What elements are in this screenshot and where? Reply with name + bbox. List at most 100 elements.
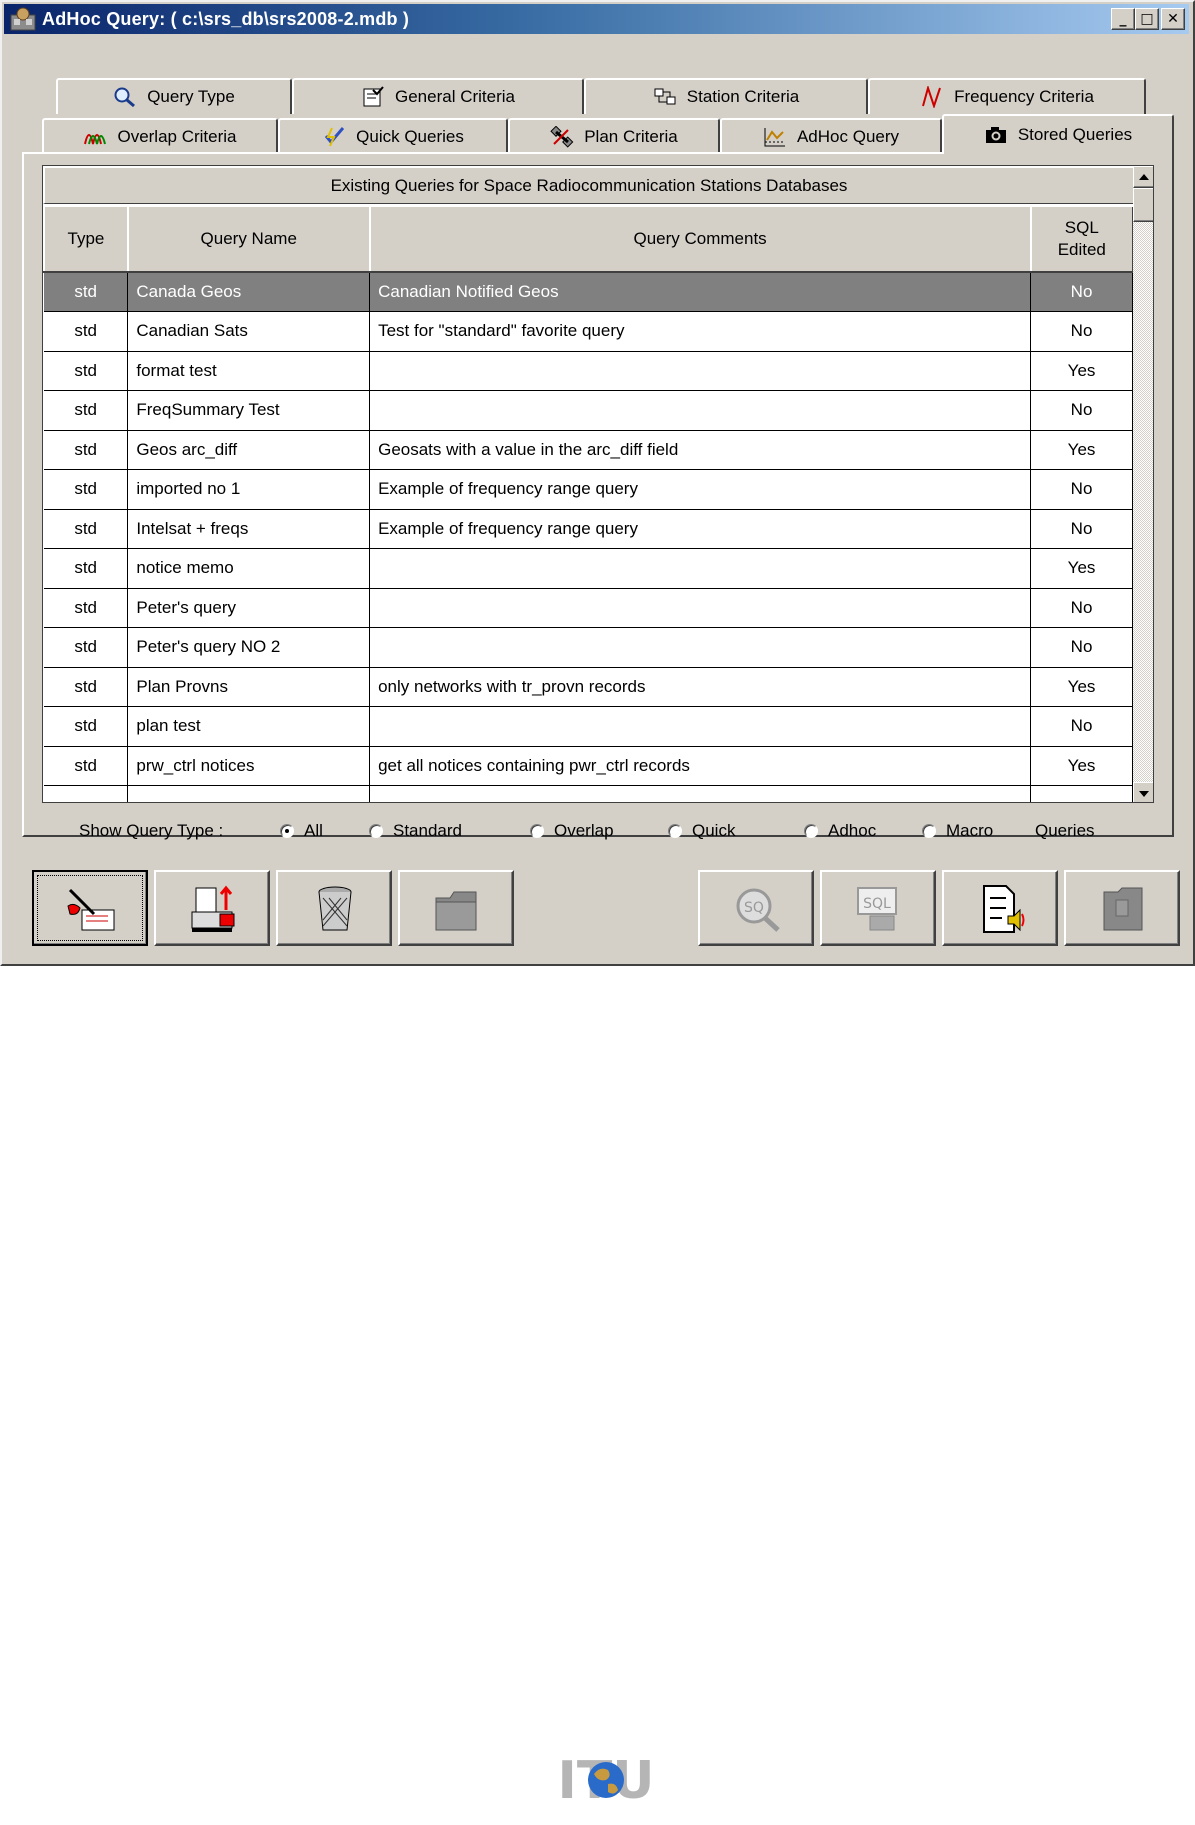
cell-query-name[interactable]: FreqSummary Test	[127, 390, 371, 431]
tab-quick-queries[interactable]: Quick Queries	[278, 118, 508, 154]
queries-grid[interactable]: Existing Queries for Space Radiocommunic…	[42, 165, 1154, 803]
cell-type[interactable]: std	[44, 627, 129, 668]
cell-type[interactable]: std	[44, 509, 129, 549]
table-row[interactable]: std Geos arc_diff Geosats with a value in …	[44, 430, 1133, 470]
scroll-down-button[interactable]	[1133, 782, 1153, 802]
radio-dot[interactable]	[804, 824, 818, 838]
cell-type[interactable]: std	[44, 746, 129, 786]
column-header-sql-edited[interactable]: SQL Edited	[1029, 205, 1133, 273]
radio-quick[interactable]: Quick	[668, 821, 735, 841]
cell-type[interactable]: std	[44, 469, 129, 510]
radio-dot[interactable]	[668, 824, 682, 838]
cell-type[interactable]: std	[44, 272, 129, 312]
cell-sql-edited[interactable]: Yes	[1030, 430, 1133, 470]
cell-type[interactable]: std	[44, 548, 129, 589]
tab-adhoc-query[interactable]: AdHoc Query	[720, 118, 942, 154]
cell-type[interactable]: std	[44, 588, 129, 628]
cell-type[interactable]: std	[44, 430, 129, 470]
table-row[interactable]: std format test Yes	[44, 351, 1133, 391]
radio-dot[interactable]	[922, 824, 936, 838]
cell-query-name[interactable]: format test	[127, 351, 371, 391]
cell-query-comment[interactable]: only networks with tr_provn records	[369, 667, 1032, 707]
cell-query-name[interactable]: Intelsat + freqs	[127, 509, 371, 549]
cell-query-name[interactable]: imported no 1	[127, 469, 371, 510]
cell-query-comment[interactable]	[369, 706, 1032, 747]
minimize-button[interactable]: _	[1111, 8, 1135, 30]
empty-cell[interactable]	[127, 785, 371, 802]
table-row[interactable]: std prw_ctrl notices get all notices conta…	[44, 746, 1133, 786]
cell-query-name[interactable]: Geos arc_diff	[127, 430, 371, 470]
cell-query-comment[interactable]: Geosats with a value in the arc_diff fie…	[369, 430, 1032, 470]
cell-query-comment[interactable]	[369, 548, 1032, 589]
cell-sql-edited[interactable]: Yes	[1030, 548, 1133, 589]
table-row[interactable]: std FreqSummary Test No	[44, 390, 1133, 431]
empty-cell[interactable]	[369, 785, 1032, 802]
radio-dot[interactable]	[369, 824, 383, 838]
cell-query-comment[interactable]: get all notices containing pwr_ctrl reco…	[369, 746, 1032, 786]
sql-button[interactable]: SQL	[820, 870, 936, 946]
table-row[interactable]: std Peter's query NO 2 No	[44, 627, 1133, 668]
table-row[interactable]: std Intelsat + freqs Example of frequency …	[44, 509, 1133, 549]
open-folder-button[interactable]	[398, 870, 514, 946]
column-header-query-comments[interactable]: Query Comments	[368, 205, 1032, 273]
export-printer-button[interactable]	[154, 870, 270, 946]
radio-overlap[interactable]: Overlap	[530, 821, 614, 841]
radio-all[interactable]: All	[280, 821, 323, 841]
cell-query-comment[interactable]	[369, 351, 1032, 391]
scroll-thumb[interactable]	[1133, 188, 1153, 222]
tab-plan-criteria[interactable]: Plan Criteria	[508, 118, 720, 154]
cell-sql-edited[interactable]: No	[1030, 469, 1133, 510]
cell-sql-edited[interactable]: No	[1030, 390, 1133, 431]
cell-type[interactable]: std	[44, 351, 129, 391]
cell-type[interactable]: std	[44, 390, 129, 431]
cell-sql-edited[interactable]: No	[1030, 272, 1133, 312]
cell-sql-edited[interactable]: No	[1030, 706, 1133, 747]
cell-type[interactable]: std	[44, 667, 129, 707]
title-bar[interactable]: AdHoc Query: ( c:\srs_db\srs2008-2.mdb )…	[4, 4, 1189, 34]
report-button[interactable]	[942, 870, 1058, 946]
cell-type[interactable]: std	[44, 311, 129, 352]
cell-sql-edited[interactable]: Yes	[1030, 667, 1133, 707]
run-query-button[interactable]: SQ	[698, 870, 814, 946]
cell-sql-edited[interactable]: No	[1030, 509, 1133, 549]
cell-query-comment[interactable]	[369, 588, 1032, 628]
column-header-type[interactable]: Type	[43, 205, 129, 273]
cell-query-name[interactable]: Canada Geos	[127, 272, 371, 312]
cell-query-name[interactable]: Canadian Sats	[127, 311, 371, 352]
cell-query-name[interactable]: Plan Provns	[127, 667, 371, 707]
tab-general-criteria[interactable]: General Criteria	[292, 78, 584, 114]
file-button[interactable]	[1064, 870, 1180, 946]
cell-sql-edited[interactable]: No	[1030, 627, 1133, 668]
cell-query-comment[interactable]: Example of frequency range query	[369, 509, 1032, 549]
table-row[interactable]: std Plan Provns only networks with tr_prov…	[44, 667, 1133, 707]
cell-query-comment[interactable]	[369, 390, 1032, 431]
cell-sql-edited[interactable]: No	[1030, 588, 1133, 628]
cell-query-name[interactable]: plan test	[127, 706, 371, 747]
table-row[interactable]: std notice memo Yes	[44, 548, 1133, 589]
cell-query-name[interactable]: Peter's query NO 2	[127, 627, 371, 668]
cell-query-name[interactable]: Peter's query	[127, 588, 371, 628]
table-row[interactable]	[44, 785, 1133, 802]
cell-sql-edited[interactable]: Yes	[1030, 746, 1133, 786]
delete-button[interactable]	[276, 870, 392, 946]
tab-stored-queries[interactable]: Stored Queries	[942, 114, 1174, 154]
tab-frequency-criteria[interactable]: Frequency Criteria	[868, 78, 1146, 114]
column-header-query-name[interactable]: Query Name	[126, 205, 371, 273]
table-row[interactable]: std Peter's query No	[44, 588, 1133, 628]
table-row[interactable]: std Canada Geos Canadian Notified Geos No	[44, 272, 1133, 312]
cell-query-name[interactable]: notice memo	[127, 548, 371, 589]
cell-query-comment[interactable]: Example of frequency range query	[369, 469, 1032, 510]
cell-sql-edited[interactable]: Yes	[1030, 351, 1133, 391]
table-row[interactable]: std imported no 1 Example of frequency ran…	[44, 469, 1133, 510]
table-row[interactable]: std plan test No	[44, 706, 1133, 747]
cell-query-comment[interactable]: Canadian Notified Geos	[369, 272, 1032, 312]
empty-cell[interactable]	[44, 785, 129, 802]
radio-macro[interactable]: Macro	[922, 821, 993, 841]
tab-station-criteria[interactable]: Station Criteria	[584, 78, 868, 114]
scroll-up-button[interactable]	[1133, 166, 1153, 188]
radio-standard[interactable]: Standard	[369, 821, 462, 841]
maximize-button[interactable]: □	[1135, 8, 1159, 30]
cell-type[interactable]: std	[44, 706, 129, 747]
edit-query-button[interactable]	[32, 870, 148, 946]
cell-query-comment[interactable]: Test for "standard" favorite query	[369, 311, 1032, 352]
